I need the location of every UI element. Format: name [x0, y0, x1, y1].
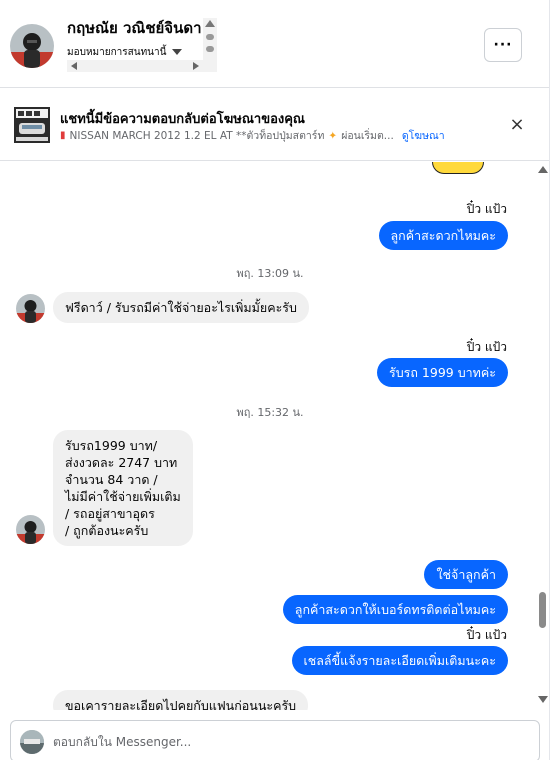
- scroll-up-icon[interactable]: [538, 166, 548, 173]
- contact-avatar: [16, 515, 45, 544]
- sender-name: ปิ๋ว แป้ว: [466, 202, 507, 216]
- scroll-down-icon[interactable]: [538, 696, 548, 703]
- ad-banner-title: แชทนี้มีข้อความตอบกลับต่อโฆษณาของคุณ: [60, 112, 305, 127]
- message-line: ส่งงวดละ 2747 บาท: [65, 455, 178, 470]
- outgoing-message[interactable]: เชลล์ขี้แจ้งรายละเอียดเพิ่มเติมนะคะ: [291, 646, 508, 675]
- message-line: รับรถ1999 บาท/: [65, 438, 158, 453]
- message-input[interactable]: [53, 731, 523, 753]
- outgoing-message[interactable]: รับรถ 1999 บาทค่ะ: [377, 358, 508, 387]
- ad-text: NISSAN MARCH 2012 1.2 EL AT **ตัวท็อปปุ่…: [69, 130, 325, 142]
- page-avatar: [20, 730, 44, 754]
- incoming-message[interactable]: ขอเคารายละเอียดไปคุยกับแฟนก่อนนะครับ: [53, 690, 309, 710]
- message-thread[interactable]: ปิ๋ว แป้ว ลูกค้าสะดวกไหมคะ พฤ. 13:09 น. …: [0, 162, 537, 710]
- timestamp-separator: พฤ. 13:09 น.: [236, 267, 304, 280]
- scroll-thumb[interactable]: [539, 592, 546, 628]
- header-vertical-scrollbar[interactable]: [203, 18, 217, 60]
- conversation-header: กฤษณัย วณิชย์จินดา มอบหมายการสนทนานี้ ··…: [0, 0, 549, 88]
- horizontal-scrollbar[interactable]: [67, 60, 217, 72]
- message-line: / รถอยู่สาขาอุดร: [65, 506, 155, 521]
- thread-scrollbar[interactable]: [537, 162, 549, 710]
- outgoing-message[interactable]: ลูกค้าสะดวกให้เบอร์ดทรติดต่อไหมคะ: [282, 595, 508, 624]
- sender-name: ปิ๋ว แป้ว: [466, 628, 507, 642]
- assign-conversation-label: มอบหมายการสนทนานี้: [67, 46, 167, 58]
- more-options-button[interactable]: ···: [484, 28, 522, 62]
- sender-name: ปิ๋ว แป้ว: [466, 340, 507, 354]
- assign-conversation-dropdown[interactable]: มอบหมายการสนทนานี้: [67, 44, 183, 60]
- scroll-up-icon[interactable]: [205, 20, 215, 27]
- ad-thumbnail[interactable]: [14, 107, 50, 143]
- scroll-left-icon[interactable]: [71, 62, 77, 70]
- message-line: จำนวน 84 วาด /: [65, 472, 158, 487]
- ad-reply-banner: แชทนี้มีข้อความตอบกลับต่อโฆษณาของคุณ ▮ N…: [0, 89, 549, 161]
- message-line: / ถูกต้องนะครับ: [65, 523, 149, 538]
- message-line: ไม่มีค่าใช้จ่ายเพิ่มเติม: [65, 489, 181, 504]
- car-icon: ▮: [60, 130, 66, 141]
- page-edge: [549, 0, 560, 760]
- scroll-thumb[interactable]: [206, 46, 214, 52]
- ad-description: ▮ NISSAN MARCH 2012 1.2 EL AT **ตัวท็อปป…: [60, 127, 445, 144]
- incoming-message[interactable]: รับรถ1999 บาท/ ส่งงวดละ 2747 บาท จำนวน 8…: [53, 430, 193, 546]
- chevron-down-icon: [172, 49, 183, 55]
- ad-text-suffix: ผ่อนเริ่มต...: [341, 130, 394, 142]
- outgoing-message[interactable]: ใช่จ้าลูกค้า: [424, 560, 508, 589]
- view-ad-link[interactable]: ดูโฆษณา: [402, 127, 445, 144]
- scroll-right-icon[interactable]: [193, 62, 199, 70]
- contact-name[interactable]: กฤษณัย วณิชย์จินดา: [67, 16, 202, 40]
- reply-composer: [10, 720, 540, 760]
- close-icon[interactable]: ×: [508, 116, 526, 134]
- outgoing-message[interactable]: ลูกค้าสะดวกไหมคะ: [378, 221, 508, 250]
- contact-avatar: [16, 294, 45, 323]
- sparkle-icon: ✦: [328, 129, 338, 142]
- timestamp-separator: พฤ. 15:32 น.: [236, 406, 304, 419]
- contact-avatar[interactable]: [10, 24, 54, 68]
- sticker-partial: [432, 162, 484, 174]
- scroll-thumb[interactable]: [206, 34, 214, 40]
- incoming-message[interactable]: ฟรีดาว์ / รับรถมีค่าใช้จ่ายอะไรเพิ่มมั้ย…: [53, 292, 309, 323]
